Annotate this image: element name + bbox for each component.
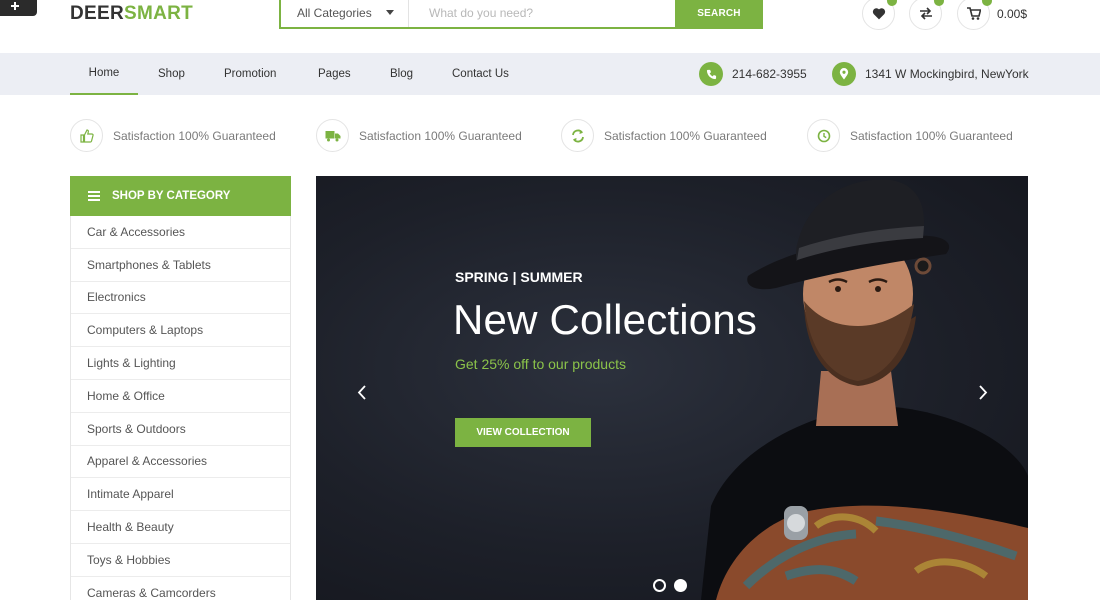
slider-dot-active[interactable] bbox=[674, 579, 687, 592]
feature-item: Satisfaction 100% Guaranteed bbox=[316, 119, 522, 152]
category-item[interactable]: Health & Beauty bbox=[71, 511, 290, 544]
nav-item-blog[interactable]: Blog bbox=[390, 53, 413, 95]
feature-text: Satisfaction 100% Guaranteed bbox=[113, 128, 276, 143]
hero-slider: SPRING | SUMMER New Collections Get 25% … bbox=[316, 176, 1028, 600]
hero-kicker: SPRING | SUMMER bbox=[455, 269, 583, 285]
category-item[interactable]: Intimate Apparel bbox=[71, 478, 290, 512]
search-bar: All Categories SEARCH bbox=[279, 0, 763, 29]
logo-text-part1: DEER bbox=[70, 3, 124, 24]
category-item[interactable]: Smartphones & Tablets bbox=[71, 249, 290, 282]
category-item[interactable]: Home & Office bbox=[71, 380, 290, 413]
address-contact[interactable]: 1341 W Mockingbird, NewYork bbox=[832, 62, 1029, 86]
hero-subtitle: Get 25% off to our products bbox=[455, 356, 626, 372]
wishlist-button[interactable] bbox=[862, 0, 897, 30]
category-item[interactable]: Computers & Laptops bbox=[71, 314, 290, 348]
compare-badge bbox=[934, 0, 944, 6]
phone-number: 214-682-3955 bbox=[732, 67, 807, 81]
phone-contact[interactable]: 214-682-3955 bbox=[699, 62, 807, 86]
location-pin-icon bbox=[832, 62, 856, 86]
slider-pagination bbox=[653, 579, 695, 592]
address-text: 1341 W Mockingbird, NewYork bbox=[865, 67, 1029, 81]
feature-item: Satisfaction 100% Guaranteed bbox=[70, 119, 276, 152]
slider-dot[interactable] bbox=[653, 579, 666, 592]
nav-item-pages[interactable]: Pages bbox=[318, 53, 351, 95]
category-item[interactable]: Toys & Hobbies bbox=[71, 544, 290, 577]
plus-icon bbox=[11, 2, 19, 10]
category-item[interactable]: Car & Accessories bbox=[71, 216, 290, 249]
category-menu-title: SHOP BY CATEGORY bbox=[112, 190, 231, 202]
category-item[interactable]: Lights & Lighting bbox=[71, 347, 290, 380]
feature-text: Satisfaction 100% Guaranteed bbox=[359, 128, 522, 143]
category-item[interactable]: Apparel & Accessories bbox=[71, 446, 290, 479]
category-item[interactable]: Sports & Outdoors bbox=[71, 413, 290, 446]
clock-icon bbox=[807, 119, 840, 152]
slider-next-button[interactable] bbox=[976, 383, 990, 401]
wishlist-badge bbox=[887, 0, 897, 6]
caret-down-icon bbox=[386, 10, 394, 15]
search-input[interactable] bbox=[409, 0, 675, 27]
logo[interactable]: DEERSMART bbox=[70, 3, 193, 25]
chevron-right-icon bbox=[978, 384, 987, 400]
category-menu-toggle[interactable]: SHOP BY CATEGORY bbox=[70, 176, 291, 216]
view-collection-button[interactable]: VIEW COLLECTION bbox=[455, 418, 591, 447]
thumbs-up-icon bbox=[70, 119, 103, 152]
feature-text: Satisfaction 100% Guaranteed bbox=[604, 128, 767, 143]
category-item[interactable]: Electronics bbox=[71, 282, 290, 315]
nav-item-shop[interactable]: Shop bbox=[158, 53, 185, 95]
main-nav: Home Shop Promotion Pages Blog Contact U… bbox=[0, 53, 1100, 95]
cart-icon bbox=[966, 7, 981, 20]
cart-total: 0.00$ bbox=[997, 7, 1028, 21]
category-list: Car & Accessories Smartphones & Tablets … bbox=[70, 216, 291, 600]
nav-item-home[interactable]: Home bbox=[70, 53, 138, 95]
logo-text-part2: SMART bbox=[124, 3, 194, 24]
cart-button[interactable] bbox=[957, 0, 992, 30]
refresh-icon bbox=[561, 119, 594, 152]
category-item[interactable]: Cameras & Camcorders bbox=[71, 577, 290, 600]
truck-icon bbox=[316, 119, 349, 152]
nav-item-promotion[interactable]: Promotion bbox=[224, 53, 276, 95]
phone-icon bbox=[699, 62, 723, 86]
search-button[interactable]: SEARCH bbox=[675, 0, 763, 29]
nav-item-contact[interactable]: Contact Us bbox=[452, 53, 509, 95]
heart-icon bbox=[872, 8, 885, 20]
feature-item: Satisfaction 100% Guaranteed bbox=[561, 119, 767, 152]
chevron-left-icon bbox=[357, 384, 366, 400]
category-select[interactable]: All Categories bbox=[281, 0, 409, 27]
hero-title: New Collections bbox=[453, 296, 758, 343]
menu-icon bbox=[88, 189, 100, 203]
feature-item: Satisfaction 100% Guaranteed bbox=[807, 119, 1013, 152]
feature-text: Satisfaction 100% Guaranteed bbox=[850, 128, 1013, 143]
category-select-value: All Categories bbox=[297, 5, 372, 20]
corner-plus-button[interactable] bbox=[0, 0, 37, 16]
swap-icon bbox=[919, 7, 932, 20]
hero-model-image bbox=[701, 179, 1028, 600]
slider-prev-button[interactable] bbox=[354, 383, 368, 401]
compare-button[interactable] bbox=[909, 0, 944, 30]
cart-badge bbox=[982, 0, 992, 6]
